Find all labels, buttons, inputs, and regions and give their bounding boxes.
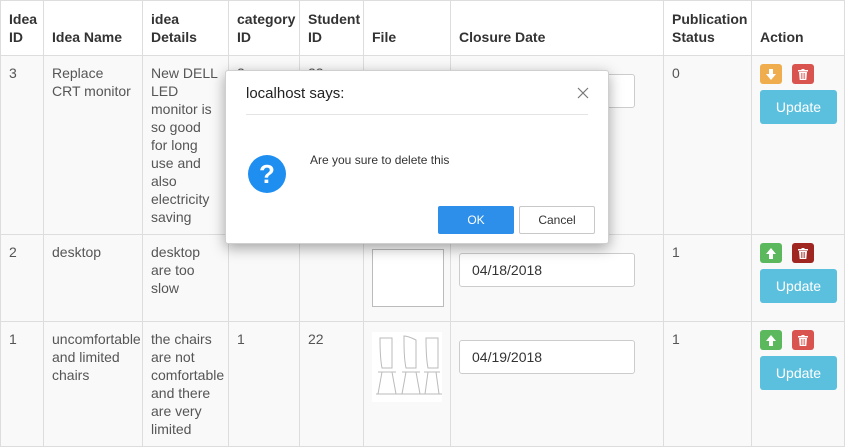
header-closure-date: Closure Date (450, 0, 664, 56)
closure-date-input[interactable] (459, 253, 635, 287)
header-action: Action (751, 0, 845, 56)
cell-idea-name: desktop (43, 234, 143, 322)
cell-action: Update (751, 55, 845, 235)
cell-student-id (299, 234, 364, 322)
header-idea-details: idea Details (142, 0, 229, 56)
table-header-row: Idea ID Idea Name idea Details category … (0, 0, 845, 56)
header-student-id: Student ID (299, 0, 364, 56)
header-category-id: category ID (228, 0, 300, 56)
cell-publication-status: 1 (663, 234, 752, 322)
ok-button[interactable]: OK (438, 206, 514, 234)
cell-file (363, 234, 451, 322)
cell-idea-id: 2 (0, 234, 44, 322)
trash-icon (798, 334, 808, 346)
table-row: 1 uncomfortable and limited chairs the c… (0, 321, 845, 447)
confirm-dialog: localhost says: ? Are you sure to delete… (225, 70, 609, 244)
chairs-thumbnail[interactable] (372, 332, 442, 402)
unpublish-button[interactable] (760, 64, 782, 84)
trash-icon (798, 247, 808, 259)
cancel-button[interactable]: Cancel (519, 206, 595, 234)
delete-button[interactable] (792, 243, 814, 263)
header-idea-id: Idea ID (0, 0, 44, 56)
cell-category-id: 1 (228, 321, 300, 447)
close-icon[interactable] (576, 86, 590, 100)
file-thumbnail[interactable] (372, 249, 444, 307)
cell-action: Update (751, 234, 845, 322)
update-button[interactable]: Update (760, 90, 837, 124)
question-icon: ? (248, 155, 286, 193)
cell-action: Update (751, 321, 845, 447)
dialog-message: Are you sure to delete this (310, 153, 450, 167)
cell-category-id (228, 234, 300, 322)
arrow-down-icon (766, 68, 776, 80)
cell-student-id: 22 (299, 321, 364, 447)
trash-icon (798, 68, 808, 80)
header-publication-status: Publication Status (663, 0, 752, 56)
cell-closure-date (450, 234, 664, 322)
table-row: 2 desktop desktop are too slow 1 (0, 234, 845, 322)
dialog-title: localhost says: (246, 85, 345, 102)
cell-idea-name: uncomfortable and limited chairs (43, 321, 143, 447)
chairs-image (376, 335, 442, 395)
delete-button[interactable] (792, 64, 814, 84)
dialog-divider (246, 114, 588, 115)
update-button[interactable]: Update (760, 269, 837, 303)
cell-idea-name: Replace CRT monitor (43, 55, 143, 235)
cell-idea-details: New DELL LED monitor is so good for long… (142, 55, 229, 235)
cell-closure-date (450, 321, 664, 447)
update-button[interactable]: Update (760, 356, 837, 390)
cell-idea-details: desktop are too slow (142, 234, 229, 322)
arrow-up-icon (766, 334, 776, 346)
publish-button[interactable] (760, 330, 782, 350)
cell-publication-status: 1 (663, 321, 752, 447)
arrow-up-icon (766, 247, 776, 259)
cell-idea-id: 3 (0, 55, 44, 235)
closure-date-input[interactable] (459, 340, 635, 374)
header-file: File (363, 0, 451, 56)
cell-idea-details: the chairs are not comfortable and there… (142, 321, 229, 447)
header-idea-name: Idea Name (43, 0, 143, 56)
cell-file (363, 321, 451, 447)
cell-publication-status: 0 (663, 55, 752, 235)
publish-button[interactable] (760, 243, 782, 263)
delete-button[interactable] (792, 330, 814, 350)
cell-idea-id: 1 (0, 321, 44, 447)
